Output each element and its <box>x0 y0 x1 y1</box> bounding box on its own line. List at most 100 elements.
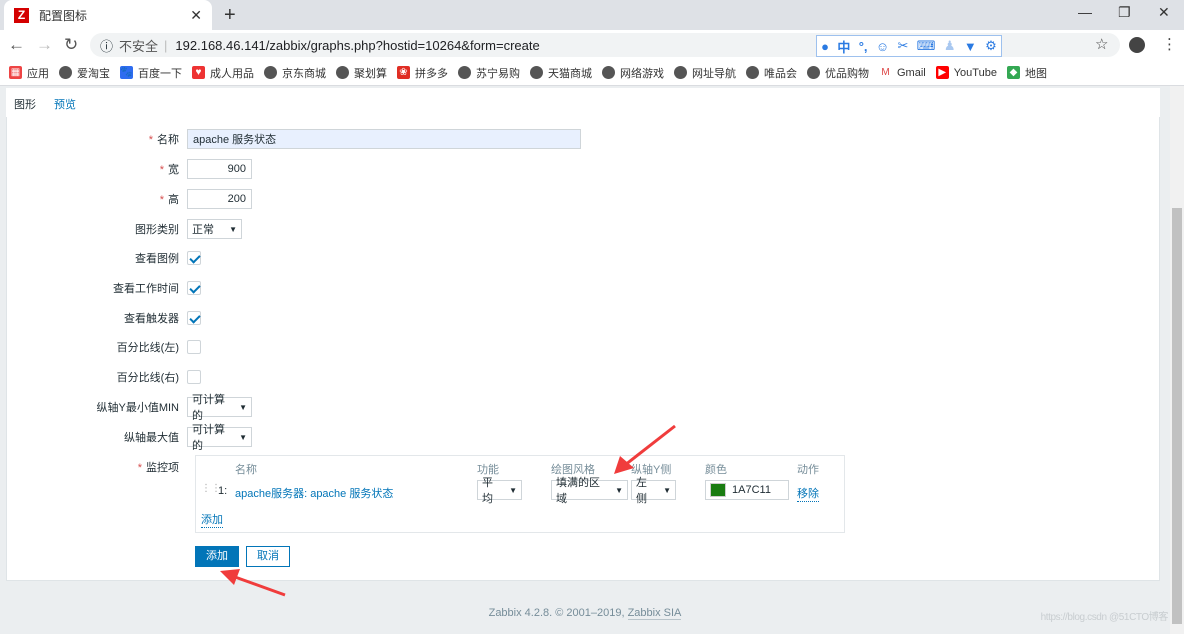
scrollbar-thumb[interactable] <box>1172 208 1182 624</box>
page-scrollbar[interactable] <box>1170 86 1184 634</box>
bookmark-label: 京东商城 <box>282 67 326 80</box>
info-icon[interactable]: ⓘ <box>100 36 113 55</box>
bookmark-item[interactable]: ❀ 拼多多 <box>397 65 448 81</box>
bookmark-item[interactable]: ◆ 地图 <box>1006 65 1047 81</box>
bookmark-icon <box>807 66 820 79</box>
graph-type-select[interactable]: 正常 ▼ <box>187 219 242 239</box>
ime-emoji-icon[interactable]: ☺ <box>876 39 889 54</box>
bookmark-label: 聚划算 <box>354 67 387 80</box>
bookmark-label: YouTube <box>953 66 997 79</box>
ime-user-icon[interactable]: ♟ <box>944 38 956 54</box>
reload-icon[interactable]: ↻ <box>64 35 78 55</box>
color-picker[interactable]: 1A7C11 <box>705 480 789 500</box>
close-window-button[interactable]: ✕ <box>1158 4 1170 21</box>
show-triggers-label: 查看触发器 <box>124 313 179 325</box>
minimize-button[interactable]: — <box>1078 4 1092 20</box>
bookmark-item[interactable]: 🐾 百度一下 <box>120 65 182 81</box>
bookmark-item[interactable]: 网址导航 <box>674 65 736 81</box>
bookmark-label: Gmail <box>897 66 926 79</box>
ymin-select[interactable]: 可计算的 ▼ <box>187 394 252 422</box>
add-button[interactable]: 添加 <box>195 546 239 567</box>
restore-button[interactable]: ❐ <box>1118 4 1131 21</box>
bookmark-item[interactable]: 天猫商城 <box>530 65 592 81</box>
bookmark-item[interactable]: ♥ 成人用品 <box>192 65 254 81</box>
bookmarks-bar: ▦ 应用 爱淘宝 🐾 百度一下 ♥ 成人用品 京东商城 聚划算 ❀ 拼多多 苏宁易购 天猫商城 网络游戏 网… <box>0 60 1184 86</box>
percentile-left-label: 百分比线(左) <box>116 342 179 354</box>
y-axis-side-select[interactable]: 左侧 ▼ <box>631 477 676 505</box>
show-work-period-checkbox[interactable] <box>187 281 201 295</box>
forward-icon[interactable]: → <box>36 35 53 55</box>
bookmark-icon: M <box>881 67 890 78</box>
bookmark-icon: ♥ <box>192 66 205 79</box>
bookmark-label: 网络游戏 <box>620 67 664 80</box>
bookmark-item[interactable]: ▦ 应用 <box>9 65 49 81</box>
show-legend-checkbox[interactable] <box>187 251 201 265</box>
height-input[interactable] <box>187 189 252 209</box>
ime-scissors-icon[interactable]: ✂ <box>898 38 909 54</box>
bookmark-label: 应用 <box>27 67 49 80</box>
browser-tab[interactable]: Z 配置图标 ✕ <box>4 0 212 30</box>
width-input[interactable] <box>187 159 252 179</box>
bookmark-icon: ▦ <box>9 66 22 79</box>
item-name-link[interactable]: apache服务器: apache 服务状态 <box>235 485 393 501</box>
bookmark-item[interactable]: 京东商城 <box>264 65 326 81</box>
cancel-button[interactable]: 取消 <box>246 546 290 567</box>
more-menu-icon[interactable]: ⋮ <box>1162 35 1177 53</box>
remove-item-link[interactable]: 移除 <box>797 485 819 502</box>
bookmark-label: 苏宁易购 <box>476 67 520 80</box>
ime-keyboard-icon[interactable]: ⌨ <box>917 38 936 54</box>
ime-settings-icon[interactable]: ⚙ <box>985 38 997 54</box>
function-select[interactable]: 平均 ▼ <box>477 477 522 505</box>
col-name: 名称 <box>235 464 257 476</box>
height-label: * 高 <box>159 194 179 206</box>
url-text[interactable]: 192.168.46.141/zabbix/graphs.php?hostid=… <box>175 38 539 53</box>
graph-form: *名称 *宽 *高 图形类别 正常▼ 查看图例 查看工作时间 查看触发器 百分比… <box>6 117 1160 581</box>
show-triggers-checkbox[interactable] <box>187 311 201 325</box>
show-work-period-label: 查看工作时间 <box>113 283 179 295</box>
items-label: * 监控项 <box>137 462 179 474</box>
bookmark-label: 唯品会 <box>764 67 797 80</box>
ime-chinese-icon[interactable]: 中 <box>837 37 850 56</box>
zabbix-sia-link[interactable]: Zabbix SIA <box>627 607 682 620</box>
zabbix-favicon-icon: Z <box>14 7 29 23</box>
bookmark-item[interactable]: M Gmail <box>879 66 926 79</box>
color-swatch[interactable] <box>710 483 726 497</box>
draw-style-select[interactable]: 填满的区域 ▼ <box>551 477 628 505</box>
insecure-label: 不安全 <box>119 38 159 54</box>
bookmark-item[interactable]: 聚划算 <box>336 65 387 81</box>
bookmark-item[interactable]: 优品购物 <box>807 65 869 81</box>
bookmark-item[interactable]: 唯品会 <box>746 65 797 81</box>
add-item-link[interactable]: 添加 <box>201 511 223 528</box>
bookmark-label: 网址导航 <box>692 67 736 80</box>
address-bar-row: ← → ↻ ⓘ 不安全 | 192.168.46.141/zabbix/grap… <box>0 30 1184 60</box>
bookmark-label: 地图 <box>1024 67 1047 80</box>
percentile-right-checkbox[interactable] <box>187 370 201 384</box>
bookmark-icon <box>458 66 471 79</box>
close-tab-icon[interactable]: ✕ <box>190 7 202 24</box>
bookmark-icon <box>746 66 759 79</box>
ime-toolbar[interactable]: ● 中 °, ☺ ✂ ⌨ ♟ ▼ ⚙ <box>816 35 1002 57</box>
footer: Zabbix 4.2.8. © 2001–2019, Zabbix SIA <box>488 607 682 620</box>
bookmark-item[interactable]: 苏宁易购 <box>458 65 520 81</box>
ime-skin-icon[interactable]: ▼ <box>964 39 977 54</box>
watermark: https://blog.csdn @51CTO博客 <box>1040 612 1169 623</box>
bookmark-item[interactable]: ▶ YouTube <box>935 66 997 79</box>
graph-type-label: 图形类别 <box>135 224 179 236</box>
ymax-select[interactable]: 可计算的 ▼ <box>187 424 252 452</box>
col-color: 颜色 <box>705 464 727 476</box>
tab-preview[interactable]: 预览 <box>54 96 76 112</box>
new-tab-button[interactable]: + <box>224 4 236 27</box>
bookmark-star-icon[interactable]: ☆ <box>1095 35 1108 53</box>
ime-logo-icon[interactable]: ● <box>821 39 829 54</box>
ymin-label: 纵轴Y最小值MIN <box>96 402 180 414</box>
profile-avatar-icon[interactable] <box>1129 37 1145 53</box>
browser-tabstrip: Z 配置图标 ✕ + — ❐ ✕ <box>0 0 1184 30</box>
bookmark-label: 天猫商城 <box>548 67 592 80</box>
name-input[interactable] <box>187 129 581 149</box>
back-icon[interactable]: ← <box>8 35 25 55</box>
bookmark-item[interactable]: 网络游戏 <box>602 65 664 81</box>
ime-punct-icon[interactable]: °, <box>859 39 868 54</box>
bookmark-item[interactable]: 爱淘宝 <box>59 65 110 81</box>
bookmark-icon: ❀ <box>397 66 410 79</box>
percentile-left-checkbox[interactable] <box>187 340 201 354</box>
